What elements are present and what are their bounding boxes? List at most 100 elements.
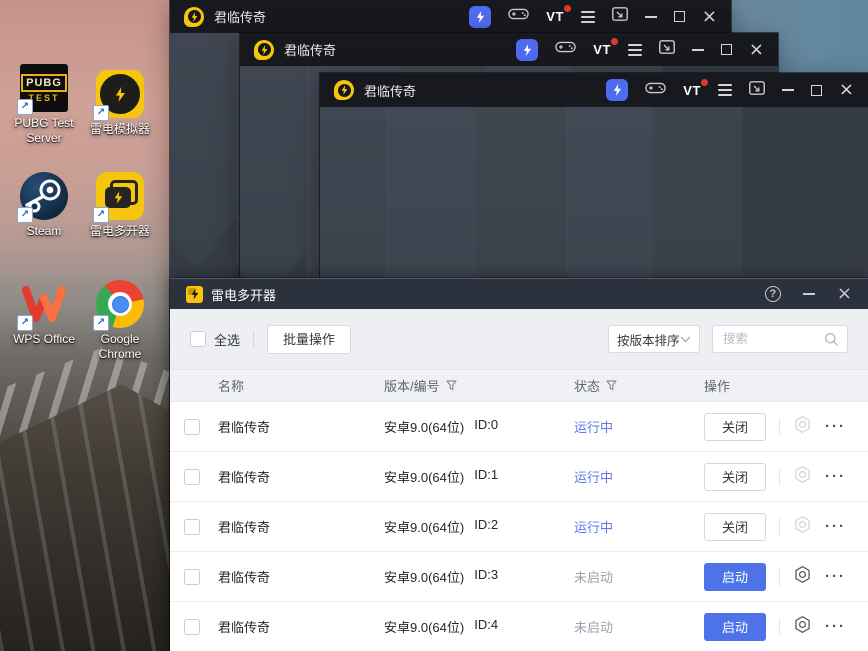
instance-status: 未启动 [574,620,614,635]
table-row: 君临传奇 安卓9.0(64位) ID:0 运行中 关闭 ··· [170,402,868,452]
multi-manager-window: 雷电多开器 ? × 全选 批量操作 按版本排序 搜索 名称 版本/编号 状态 操… [170,278,868,651]
maximize-icon[interactable] [673,11,685,22]
more-icon[interactable]: ··· [825,519,846,534]
instance-name: 君临传奇 [218,570,271,585]
shortcut-arrow-icon: ↗ [17,207,33,223]
vt-indicator[interactable]: VT [593,38,618,57]
vt-alert-dot [563,5,571,12]
sort-dropdown[interactable]: 按版本排序 [608,325,700,353]
screen: PUBG TEST ↗ PUBG Test Server ↗ 雷电模拟器 ↗ S… [0,0,868,651]
desktop-icon-wps-office[interactable]: ↗ WPS Office [6,280,82,347]
row-checkbox[interactable] [184,518,200,535]
start-button[interactable]: 启动 [704,612,766,641]
close-icon[interactable]: × [749,40,764,58]
desktop-icon-ld-multiplayer[interactable]: ↗ 雷电多开器 [82,172,158,239]
row-checkbox[interactable] [184,468,200,485]
desktop-icon-pubg-test-server[interactable]: PUBG TEST ↗ PUBG Test Server [6,64,82,146]
settings-icon[interactable] [793,615,812,639]
instance-status: 未启动 [574,570,614,585]
ldplayer-icon: ↗ [93,70,144,121]
menu-icon[interactable] [580,10,595,23]
settings-icon[interactable] [793,415,812,439]
vt-alert-dot [610,38,618,45]
boost-icon[interactable] [516,38,539,61]
ldplayer-logo-icon [184,6,204,27]
minimize-icon[interactable] [781,89,794,91]
row-checkbox[interactable] [184,418,200,435]
more-icon[interactable]: ··· [825,569,846,584]
chrome-icon: ↗ [93,280,144,331]
header-status: 状态 [574,376,704,395]
settings-icon[interactable] [793,465,812,489]
menu-icon[interactable] [627,43,642,56]
shortcut-arrow-icon: ↗ [17,315,33,331]
gamepad-icon[interactable] [508,7,529,26]
pubg-icon: PUBG TEST ↗ [17,64,68,115]
settings-icon[interactable] [793,515,812,539]
batch-operations-button[interactable]: 批量操作 [267,324,352,354]
table-header: 名称 版本/编号 状态 操作 [170,370,868,402]
minimize-icon[interactable] [802,293,815,295]
small-window-icon[interactable] [749,80,765,100]
row-checkbox[interactable] [184,568,200,585]
desktop-icon-google-chrome[interactable]: ↗ Google Chrome [82,280,158,362]
more-icon[interactable]: ··· [825,419,846,434]
select-all-checkbox[interactable] [190,331,206,347]
manager-title: 雷电多开器 [211,287,277,303]
filter-icon[interactable] [446,380,457,391]
more-icon[interactable]: ··· [825,469,846,484]
manager-titlebar[interactable]: 雷电多开器 ? × [170,279,868,309]
search-input[interactable] [721,331,824,347]
stop-button[interactable]: 关闭 [704,512,766,541]
maximize-icon[interactable] [720,44,732,55]
instance-version: 安卓9.0(64位) ID:1 [384,467,499,485]
search-icon [825,332,838,346]
filter-icon[interactable] [606,380,617,391]
stop-button[interactable]: 关闭 [704,412,766,441]
row-checkbox[interactable] [184,618,200,635]
emulator-titlebar[interactable]: 君临传奇 VT × [320,73,868,107]
close-icon[interactable]: × [837,285,852,303]
instance-status: 运行中 [574,520,614,535]
more-icon[interactable]: ··· [825,619,846,634]
gamepad-icon[interactable] [555,40,576,59]
chevron-down-icon [680,336,691,342]
ldplayer-logo-icon [254,39,274,60]
vt-indicator[interactable]: VT [546,5,571,24]
maximize-icon[interactable] [810,84,822,96]
menu-icon[interactable] [717,84,732,96]
boost-icon[interactable] [469,5,492,28]
boost-icon[interactable] [606,79,629,101]
gamepad-icon[interactable] [645,81,666,100]
small-window-icon[interactable] [659,40,675,59]
shortcut-arrow-icon: ↗ [93,105,109,121]
search-box[interactable] [712,325,848,353]
minimize-icon[interactable] [691,48,704,51]
desktop-icon-ldplayer[interactable]: ↗ 雷电模拟器 [82,70,158,137]
emulator-titlebar[interactable]: 君临传奇 VT × [170,0,731,33]
instance-status: 运行中 [574,420,614,435]
close-icon[interactable]: × [702,7,717,25]
settings-icon[interactable] [793,565,812,589]
steam-icon: ↗ [17,172,68,223]
select-all-label: 全选 [214,332,241,348]
ld-multiplayer-icon: ↗ [93,172,144,223]
sort-dropdown-value: 按版本排序 [617,333,680,348]
small-window-icon[interactable] [612,7,628,26]
instance-status: 运行中 [574,470,614,485]
desktop-icon-steam[interactable]: ↗ Steam [6,172,82,239]
vt-indicator[interactable]: VT [683,78,708,98]
emulator-titlebar[interactable]: 君临传奇 VT × [240,33,778,66]
desktop-icon-label: 雷电多开器 [89,224,150,238]
start-button[interactable]: 启动 [704,562,766,591]
close-icon[interactable]: × [839,81,854,99]
manager-toolbar: 全选 批量操作 按版本排序 [170,309,868,370]
instance-version: 安卓9.0(64位) ID:4 [384,617,499,635]
window-title: 君临传奇 [284,43,337,58]
desktop-icon-label: Google Chrome [98,332,142,361]
minimize-icon[interactable] [644,15,657,18]
desktop-icon-label: WPS Office [13,332,75,346]
help-icon[interactable]: ? [764,286,781,302]
window-title: 君临传奇 [214,10,267,25]
stop-button[interactable]: 关闭 [704,462,766,491]
